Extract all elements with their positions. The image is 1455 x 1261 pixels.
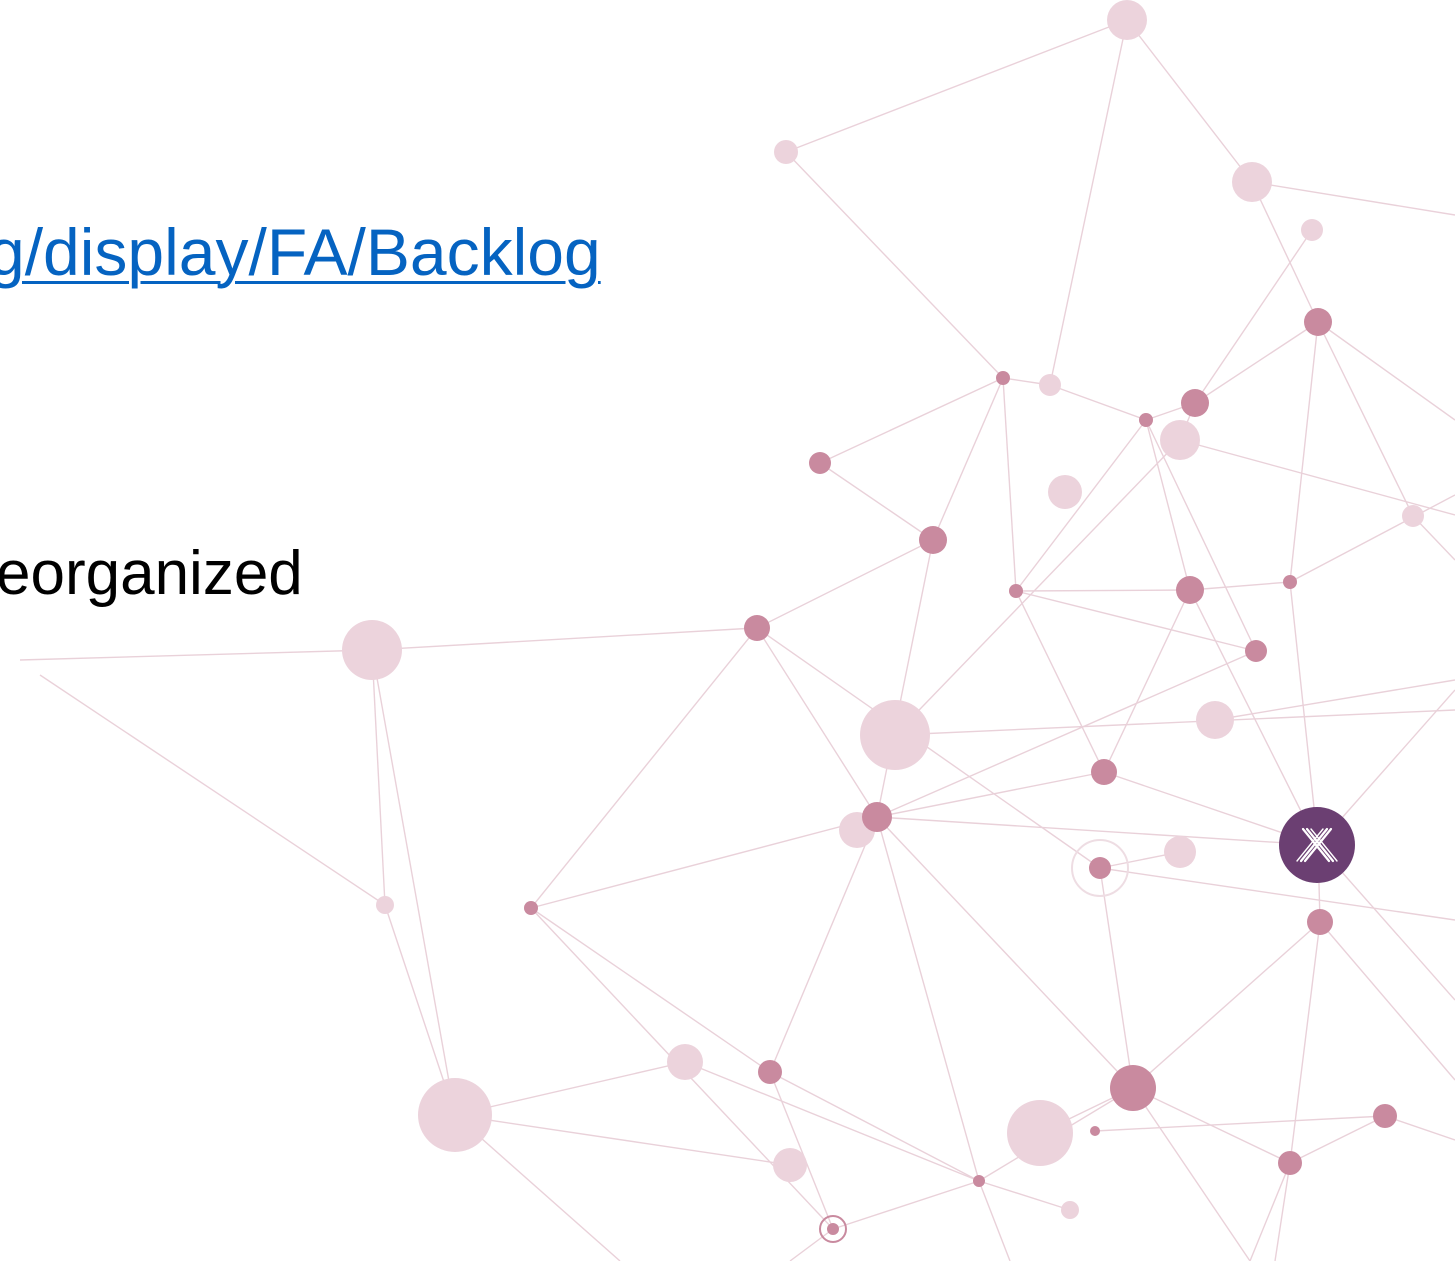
network-background-graphic	[19, 0, 1455, 1261]
x-logo-icon	[1279, 807, 1355, 883]
body-text: eorganized	[0, 539, 303, 608]
backlog-link[interactable]: g/display/FA/Backlog	[0, 212, 601, 292]
slide: g/display/FA/Backlog eorganized	[0, 0, 1455, 1261]
